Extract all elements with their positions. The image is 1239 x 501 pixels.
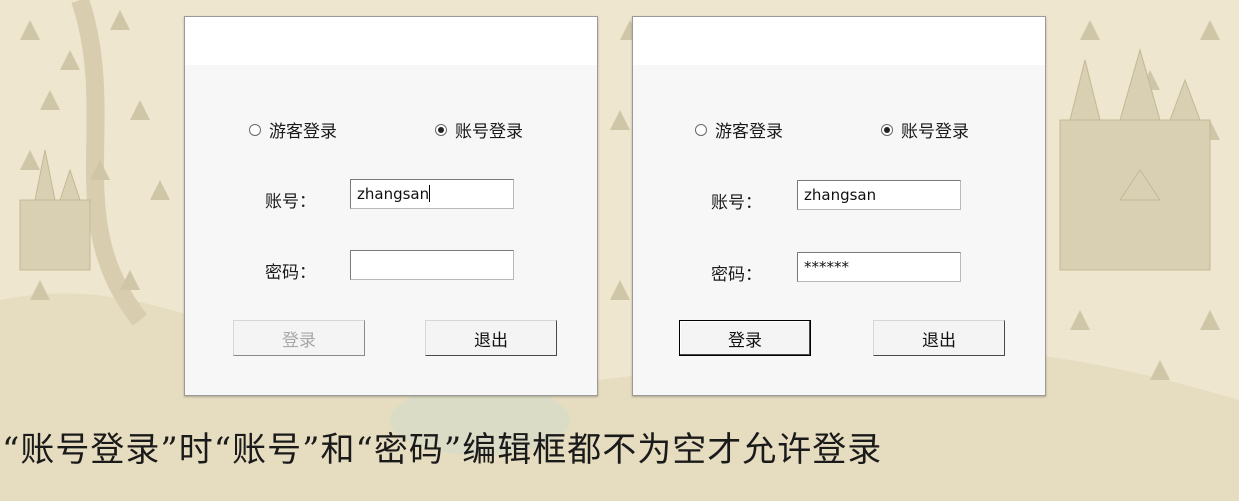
radio-guest-login[interactable]: 游客登录 [249, 117, 337, 142]
radio-account-label: 账号登录 [901, 122, 969, 142]
exit-button[interactable]: 退出 [425, 320, 557, 356]
login-dialog-left: 游客登录 账号登录 账号： zhangsan 密码： 登录 退出 [184, 16, 598, 396]
radio-account-login[interactable]: 账号登录 [881, 117, 969, 142]
exit-button-label: 退出 [474, 330, 508, 351]
login-button-label: 登录 [282, 330, 316, 351]
account-input[interactable]: zhangsan [797, 180, 961, 210]
account-input-value: zhangsan [357, 185, 430, 203]
radio-guest-label: 游客登录 [269, 122, 337, 142]
password-label: 密码： [265, 263, 316, 283]
account-input[interactable]: zhangsan [350, 179, 514, 209]
account-label: 账号： [265, 192, 316, 212]
password-input[interactable]: ****** [797, 252, 961, 282]
exit-button-label: 退出 [922, 330, 956, 351]
text-caret [429, 185, 431, 202]
login-dialog-right: 游客登录 账号登录 账号： zhangsan 密码： ****** 登录 退出 [632, 16, 1046, 396]
exit-button[interactable]: 退出 [873, 320, 1005, 356]
radio-checked-icon [881, 123, 893, 136]
login-button[interactable]: 登录 [233, 320, 365, 356]
radio-account-login[interactable]: 账号登录 [435, 117, 523, 142]
password-label: 密码： [711, 265, 762, 285]
account-input-value: zhangsan [804, 186, 877, 204]
radio-guest-label: 游客登录 [715, 122, 783, 142]
caption-text: “账号登录”时“账号”和“密码”编辑框都不为空才允许登录 [2, 430, 883, 470]
dialog-titlebar [185, 17, 597, 65]
password-input-value: ****** [804, 258, 849, 276]
radio-checked-icon [435, 123, 447, 136]
radio-guest-login[interactable]: 游客登录 [695, 117, 783, 142]
radio-account-label: 账号登录 [455, 122, 523, 142]
account-label: 账号： [711, 193, 762, 213]
password-input[interactable] [350, 250, 514, 280]
radio-unchecked-icon [249, 123, 261, 136]
dialog-titlebar [633, 17, 1045, 65]
login-button-label: 登录 [728, 330, 762, 351]
radio-unchecked-icon [695, 123, 707, 136]
login-button[interactable]: 登录 [679, 320, 811, 356]
